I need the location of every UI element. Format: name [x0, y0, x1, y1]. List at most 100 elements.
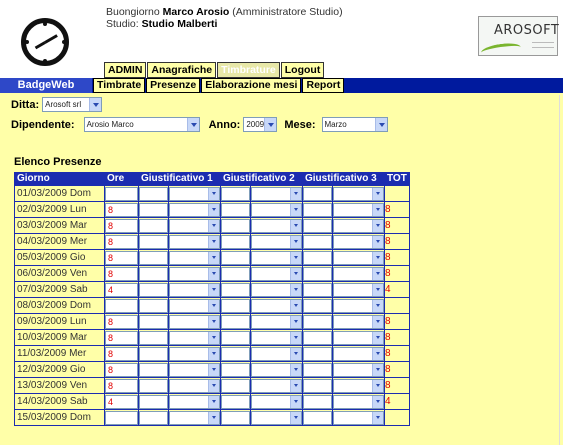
scrollbar[interactable] — [559, 95, 563, 445]
giustificativo-1-select[interactable] — [169, 266, 220, 281]
giustificativo-3-ore-input[interactable] — [303, 394, 332, 409]
giustificativo-2-ore-input[interactable] — [221, 410, 250, 425]
ore-input[interactable] — [105, 298, 138, 313]
giustificativo-2-ore-input[interactable] — [221, 362, 250, 377]
ore-input[interactable]: 4 — [105, 282, 138, 297]
giustificativo-2-ore-input[interactable] — [221, 234, 250, 249]
giustificativo-2-select[interactable] — [251, 378, 302, 393]
giustificativo-3-select[interactable] — [333, 266, 384, 281]
giustificativo-2-ore-input[interactable] — [221, 266, 250, 281]
ore-input[interactable]: 8 — [105, 378, 138, 393]
giustificativo-3-ore-input[interactable] — [303, 410, 332, 425]
giustificativo-2-select[interactable] — [251, 186, 302, 201]
giustificativo-1-ore-input[interactable] — [139, 378, 168, 393]
giustificativo-2-select[interactable] — [251, 298, 302, 313]
tab-admin[interactable]: ADMIN — [104, 62, 147, 78]
giustificativo-1-select[interactable] — [169, 250, 220, 265]
tab-elaborazione-mesi[interactable]: Elaborazione mesi — [201, 78, 302, 93]
ditta-select[interactable]: Arosoft srl — [42, 97, 103, 112]
giustificativo-1-ore-input[interactable] — [139, 346, 168, 361]
giustificativo-3-select[interactable] — [333, 202, 384, 217]
giustificativo-2-select[interactable] — [251, 250, 302, 265]
giustificativo-2-ore-input[interactable] — [221, 298, 250, 313]
giustificativo-2-ore-input[interactable] — [221, 394, 250, 409]
ore-input[interactable]: 8 — [105, 202, 138, 217]
giustificativo-2-select[interactable] — [251, 266, 302, 281]
giustificativo-2-ore-input[interactable] — [221, 250, 250, 265]
giustificativo-1-select[interactable] — [169, 234, 220, 249]
giustificativo-1-select[interactable] — [169, 282, 220, 297]
ore-input[interactable]: 8 — [105, 250, 138, 265]
tab-presenze[interactable]: Presenze — [146, 78, 201, 93]
giustificativo-2-select[interactable] — [251, 394, 302, 409]
tab-timbrature[interactable]: Timbrature — [217, 62, 280, 78]
ore-input[interactable]: 8 — [105, 218, 138, 233]
giustificativo-1-select[interactable] — [169, 218, 220, 233]
giustificativo-3-select[interactable] — [333, 314, 384, 329]
giustificativo-1-select[interactable] — [169, 330, 220, 345]
giustificativo-2-select[interactable] — [251, 346, 302, 361]
giustificativo-3-select[interactable] — [333, 250, 384, 265]
giustificativo-3-select[interactable] — [333, 346, 384, 361]
giustificativo-3-select[interactable] — [333, 282, 384, 297]
giustificativo-3-select[interactable] — [333, 410, 384, 425]
giustificativo-1-select[interactable] — [169, 314, 220, 329]
ore-input[interactable]: 8 — [105, 234, 138, 249]
ore-input[interactable]: 4 — [105, 394, 138, 409]
giustificativo-1-ore-input[interactable] — [139, 218, 168, 233]
giustificativo-1-ore-input[interactable] — [139, 202, 168, 217]
tab-anagrafiche[interactable]: Anagrafiche — [147, 62, 217, 78]
giustificativo-2-ore-input[interactable] — [221, 186, 250, 201]
giustificativo-3-ore-input[interactable] — [303, 202, 332, 217]
giustificativo-3-select[interactable] — [333, 378, 384, 393]
giustificativo-2-select[interactable] — [251, 282, 302, 297]
giustificativo-3-select[interactable] — [333, 218, 384, 233]
giustificativo-1-ore-input[interactable] — [139, 410, 168, 425]
giustificativo-1-ore-input[interactable] — [139, 314, 168, 329]
giustificativo-3-ore-input[interactable] — [303, 282, 332, 297]
giustificativo-3-ore-input[interactable] — [303, 250, 332, 265]
giustificativo-2-select[interactable] — [251, 362, 302, 377]
giustificativo-1-ore-input[interactable] — [139, 186, 168, 201]
giustificativo-2-ore-input[interactable] — [221, 282, 250, 297]
giustificativo-3-ore-input[interactable] — [303, 266, 332, 281]
giustificativo-1-ore-input[interactable] — [139, 250, 168, 265]
giustificativo-3-ore-input[interactable] — [303, 330, 332, 345]
giustificativo-1-select[interactable] — [169, 346, 220, 361]
giustificativo-3-select[interactable] — [333, 298, 384, 313]
giustificativo-3-select[interactable] — [333, 362, 384, 377]
giustificativo-1-select[interactable] — [169, 186, 220, 201]
tab-logout[interactable]: Logout — [280, 62, 325, 78]
giustificativo-2-select[interactable] — [251, 234, 302, 249]
giustificativo-2-ore-input[interactable] — [221, 346, 250, 361]
mese-select[interactable]: Marzo — [321, 117, 388, 132]
giustificativo-3-select[interactable] — [333, 186, 384, 201]
giustificativo-1-select[interactable] — [169, 410, 220, 425]
giustificativo-3-ore-input[interactable] — [303, 378, 332, 393]
giustificativo-1-ore-input[interactable] — [139, 298, 168, 313]
ore-input[interactable] — [105, 186, 138, 201]
ore-input[interactable]: 8 — [105, 346, 138, 361]
giustificativo-3-select[interactable] — [333, 330, 384, 345]
giustificativo-3-ore-input[interactable] — [303, 362, 332, 377]
giustificativo-1-select[interactable] — [169, 298, 220, 313]
giustificativo-3-ore-input[interactable] — [303, 186, 332, 201]
giustificativo-1-ore-input[interactable] — [139, 266, 168, 281]
anno-select[interactable]: 2009 — [243, 117, 278, 132]
ore-input[interactable]: 8 — [105, 330, 138, 345]
giustificativo-1-ore-input[interactable] — [139, 330, 168, 345]
dipendente-select[interactable]: Arosio Marco — [83, 117, 200, 132]
giustificativo-1-ore-input[interactable] — [139, 282, 168, 297]
giustificativo-2-select[interactable] — [251, 330, 302, 345]
ore-input[interactable]: 8 — [105, 314, 138, 329]
giustificativo-3-ore-input[interactable] — [303, 298, 332, 313]
giustificativo-3-ore-input[interactable] — [303, 234, 332, 249]
ore-input[interactable] — [105, 410, 138, 425]
giustificativo-1-ore-input[interactable] — [139, 234, 168, 249]
giustificativo-3-ore-input[interactable] — [303, 314, 332, 329]
giustificativo-3-ore-input[interactable] — [303, 346, 332, 361]
giustificativo-1-ore-input[interactable] — [139, 362, 168, 377]
tab-report[interactable]: Report — [302, 78, 345, 93]
giustificativo-2-ore-input[interactable] — [221, 218, 250, 233]
giustificativo-1-select[interactable] — [169, 202, 220, 217]
